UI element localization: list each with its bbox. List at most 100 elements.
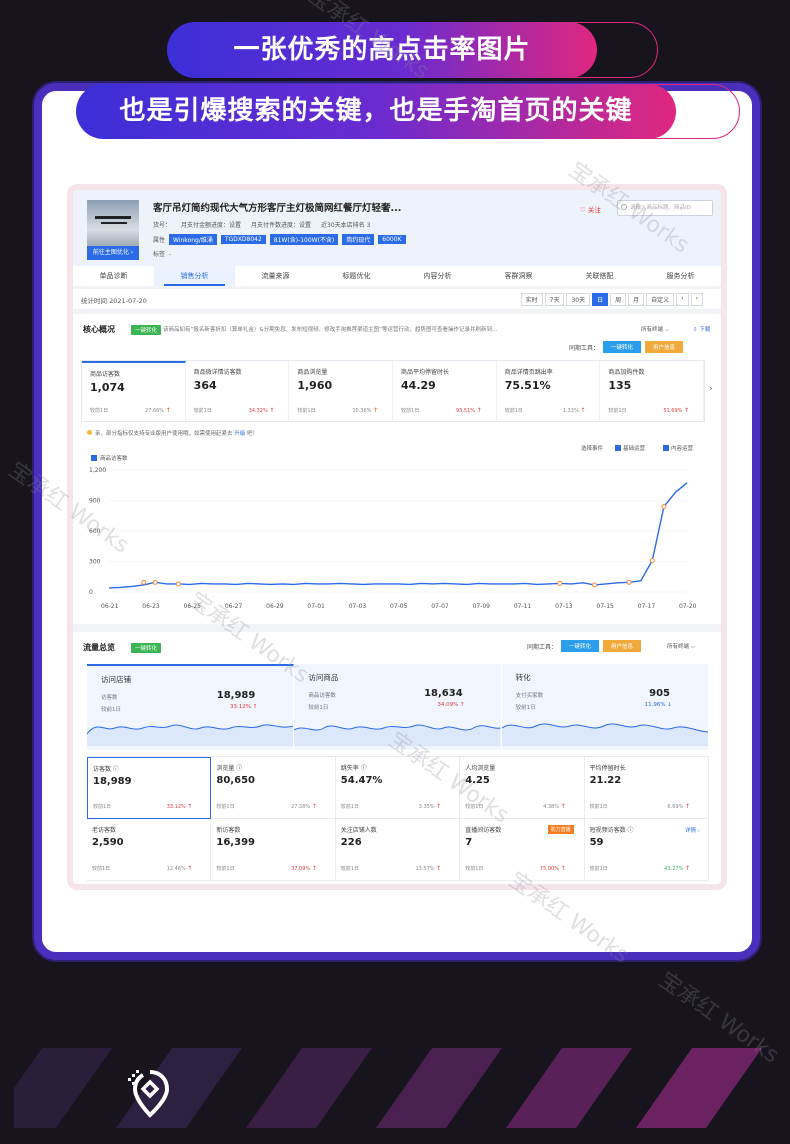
visitor-trend-chart[interactable]: 0 300 600 900 1,200 06-21 06-23 06-25 06-27 06-29…	[87, 462, 709, 612]
tab-sales-analysis[interactable]: 销售分析	[154, 266, 235, 286]
tool-user-info-button[interactable]: 用户信息	[645, 341, 684, 353]
metric-card[interactable]: 商品浏览量 1,960 较前1日 10.36% ↑	[289, 361, 394, 421]
checkbox-content-ops[interactable]: 内容运营	[663, 444, 693, 452]
metric-compare: 较前1日	[401, 408, 420, 414]
meta-item[interactable]: 月支付金额进度：设置	[181, 220, 241, 229]
metric-card[interactable]: 商品平均停留时长 44.29 较前1日 93.51% ↑	[393, 361, 497, 421]
cell-value: 59	[589, 837, 604, 848]
event-marker	[592, 582, 598, 588]
checkbox-label: 内容运营	[671, 446, 694, 452]
section-title: 核心概况	[83, 325, 115, 334]
x-tick-label: 07-15	[596, 603, 614, 610]
metric-card[interactable]: 商品访客数 1,074 较前1日 27.66% ↑	[82, 361, 186, 421]
arrow-up-icon: ↑	[187, 865, 193, 872]
terminal-select[interactable]: 所有终端 ⌵	[667, 642, 695, 651]
date-btn-day[interactable]: 日	[592, 293, 609, 306]
tab-bundle[interactable]: 关联搭配	[559, 266, 640, 286]
metric-compare: 较前1日	[193, 408, 212, 414]
metric-card[interactable]: 商品加购件数 135 较前1日 51.69% ↑	[600, 361, 705, 421]
metric-pct: 10.36% ↑	[352, 407, 378, 414]
date-prev-button[interactable]: ‹	[676, 293, 689, 306]
live-badge[interactable]: 助力直播	[547, 825, 574, 834]
attr-tag: TGDXD8042	[220, 235, 266, 244]
product-meta: 货号： 月支付金额进度：设置 月支付件数进度：设置 近30天本店排名 3	[153, 220, 370, 229]
one-click-convert-button[interactable]: 一键转化	[131, 643, 162, 653]
tab-content-analysis[interactable]: 内容分析	[397, 266, 478, 286]
x-tick-label: 07-07	[431, 603, 449, 610]
metric-card[interactable]: 商品详情页跳出率 75.51% 较前1日 1.33% ↑	[497, 361, 601, 421]
cell-value: 54.47%	[340, 775, 383, 786]
metric-cell[interactable]: 老访客数 2,590 较前1日 12.46% ↑	[87, 819, 212, 881]
tab-customer-insight[interactable]: 客群洞察	[478, 266, 559, 286]
metric-cell[interactable]: 新访客数 16,399 较前1日 37.09% ↑	[211, 819, 336, 881]
checkbox-basic-ops[interactable]: 基础运营	[615, 444, 645, 452]
cell-pct-value: 13.57%	[415, 866, 435, 872]
follow-button[interactable]: ♡ 关注	[580, 204, 601, 214]
arrow-up-icon: ↑	[684, 803, 690, 810]
search-placeholder: 请输入商品标题、商品ID	[630, 205, 691, 211]
product-title[interactable]: 客厅吊灯简约现代大气方形客厅主灯极简网红餐厅灯轻奢...	[153, 200, 401, 214]
x-tick-label: 06-25	[184, 603, 202, 610]
date-btn-realtime[interactable]: 实时	[520, 293, 543, 306]
chart-legend[interactable]: 商品访客数	[91, 454, 128, 462]
metric-cell[interactable]: 短视频访客数 ⓘ 详情 › 59 较前1日 43.27% ↑	[584, 819, 709, 881]
core-overview: 核心概况 一键转化 该商品如有“报名新客折扣（算单礼金）&分期免息、发布短视频、…	[73, 314, 721, 624]
metric-card[interactable]: 商品微详情访客数 364 较前1日 34.32% ↑	[186, 361, 290, 421]
event-select[interactable]: 选择事件	[581, 444, 603, 452]
event-marker	[152, 579, 158, 585]
metric-cell[interactable]: 平均停留时长 21.22 较前1日 6.69% ↑	[584, 757, 709, 819]
terminal-select[interactable]: 所有终端 ⌵	[641, 325, 669, 334]
date-btn-month[interactable]: 月	[628, 293, 645, 306]
y-tick-label: 900	[89, 498, 101, 505]
panel-value: 18,989	[216, 690, 256, 701]
panel-title: 访问商品	[308, 673, 339, 682]
panel-visit-shop[interactable]: 访问店铺 访客数 18,989 较前1日 33.12% ↑	[87, 664, 295, 750]
tab-service-analysis[interactable]: 服务分析	[640, 266, 721, 286]
date-range-buttons: 实时 7天 30天 日 周 月 自定义 ‹ ›	[520, 293, 703, 306]
metric-cell[interactable]: 关注店铺人数 226 较前1日 13.57% ↑	[335, 819, 461, 881]
date-btn-custom[interactable]: 自定义	[646, 293, 675, 306]
cell-pct-value: 43.27%	[664, 866, 684, 872]
metric-cell[interactable]: 跳失率 ⓘ 54.47% 较前1日 3.35% ↑	[335, 757, 461, 819]
stat-time: 统计时间 2021-07-20	[81, 297, 147, 305]
tool-convert-button[interactable]: 一键转化	[561, 640, 600, 652]
cell-value: 4.25	[465, 775, 490, 786]
goto-main-image-button[interactable]: 前往主图优化 ›	[87, 246, 139, 260]
meta-item[interactable]: 月支付件数进度：设置	[251, 220, 311, 229]
metric-compare: 较前1日	[608, 408, 627, 414]
metric-cell[interactable]: 人均浏览量 4.25 较前1日 4.38% ↑	[460, 757, 585, 819]
tab-traffic-source[interactable]: 流量来源	[235, 266, 316, 286]
legend-swatch	[91, 455, 97, 461]
download-button[interactable]: ⇩ 下载	[693, 325, 710, 333]
metric-pct-value: 27.66%	[144, 408, 165, 414]
tools-label: 同期工具：	[569, 344, 600, 352]
tools-row: 同期工具： 一键转化 用户信息	[569, 341, 684, 353]
chevron-right-icon[interactable]: ›	[709, 384, 713, 394]
tab-diagnosis[interactable]: 单品诊断	[73, 266, 154, 286]
tool-user-info-button[interactable]: 用户信息	[603, 640, 642, 652]
date-btn-30d[interactable]: 30天	[566, 293, 591, 306]
date-btn-week[interactable]: 周	[610, 293, 627, 306]
tool-convert-button[interactable]: 一键转化	[603, 341, 642, 353]
metric-cell[interactable]: 浏览量 ⓘ 80,650 较前1日 27.28% ↑	[211, 757, 336, 819]
metric-cell[interactable]: 直播间访客数 助力直播 7 较前1日 75.00% ↑	[460, 819, 585, 881]
tab-title-optimization[interactable]: 标题优化	[316, 266, 397, 286]
arrow-up-icon: ↑	[311, 865, 317, 872]
details-link[interactable]: 详情 ›	[685, 826, 700, 834]
arrow-up-icon: ↑	[311, 803, 317, 810]
panel-conversion[interactable]: 转化 支付买家数 905 较前1日 11.96% ↓	[501, 664, 709, 750]
event-marker	[141, 579, 147, 585]
date-btn-7d[interactable]: 7天	[544, 293, 565, 306]
metric-cell[interactable]: 访客数 ⓘ 18,989 较前1日 33.12% ↑	[87, 757, 212, 819]
product-search-input[interactable]: 请输入商品标题、商品ID	[617, 200, 713, 216]
upgrade-link[interactable]: 升级	[234, 431, 245, 437]
panel-sub: 访客数	[101, 695, 118, 701]
date-next-button[interactable]: ›	[690, 293, 703, 306]
checkbox-label: 基础运营	[623, 446, 646, 452]
x-tick-label: 06-21	[101, 603, 119, 610]
cell-label: 人均浏览量	[465, 765, 496, 772]
one-click-convert-button[interactable]: 一键转化	[131, 325, 162, 335]
panel-visit-item[interactable]: 访问商品 商品访客数 18,634 较前1日 34.09% ↑	[294, 664, 502, 750]
metric-pct: 34.32% ↑	[249, 407, 275, 414]
cell-pct: 6.69% ↑	[667, 803, 690, 810]
